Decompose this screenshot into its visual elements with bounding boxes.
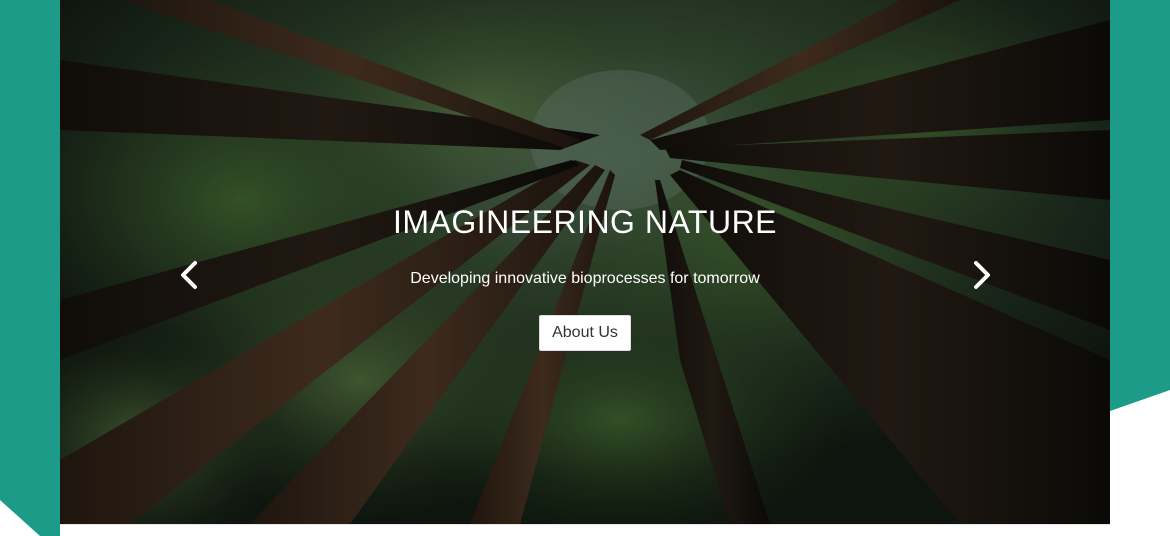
hero-subtitle: Developing innovative bioprocesses for t… xyxy=(410,270,760,287)
chevron-left-icon[interactable] xyxy=(175,258,205,292)
hero-title: IMAGINEERING NATURE xyxy=(392,204,778,240)
content-section-top xyxy=(60,524,1110,536)
about-us-button[interactable]: About Us xyxy=(539,315,631,351)
hero-slider: IMAGINEERING NATURE Developing innovativ… xyxy=(60,0,1110,524)
chevron-right-icon[interactable] xyxy=(966,258,996,292)
page: IMAGINEERING NATURE Developing innovativ… xyxy=(0,0,1170,536)
hero-overlay xyxy=(60,0,1110,524)
